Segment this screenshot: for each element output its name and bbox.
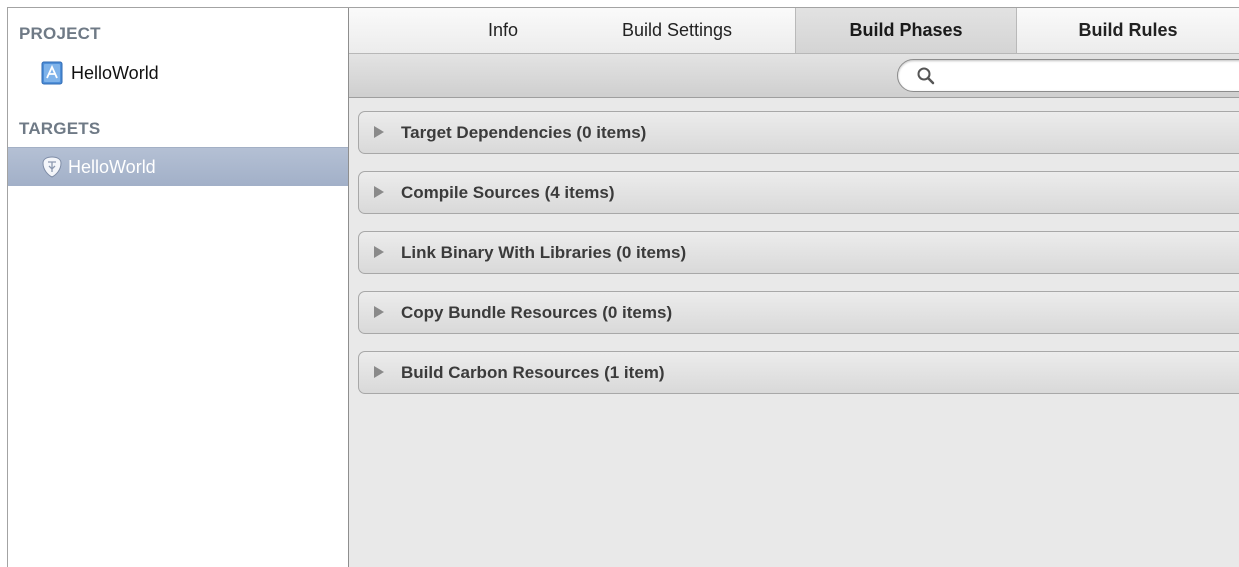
tab-build-rules[interactable]: Build Rules: [1017, 8, 1239, 53]
tab-build-phases[interactable]: Build Phases: [795, 8, 1017, 53]
search-field[interactable]: [897, 59, 1239, 92]
sidebar-item-project[interactable]: HelloWorld: [8, 55, 348, 91]
disclosure-triangle-icon[interactable]: [374, 366, 384, 378]
build-phase-label: Copy Bundle Resources (0 items): [401, 303, 673, 322]
build-phase-label: Target Dependencies (0 items): [401, 123, 647, 142]
editor-tab-bar: Info Build Settings Build Phases Build R…: [349, 8, 1239, 54]
tab-build-settings[interactable]: Build Settings: [577, 8, 777, 53]
tab-info[interactable]: Info: [443, 8, 563, 53]
disclosure-triangle-icon[interactable]: [374, 246, 384, 258]
xcode-project-icon: [41, 61, 63, 85]
disclosure-triangle-icon[interactable]: [374, 306, 384, 318]
filter-bar: [349, 54, 1239, 98]
build-phase-label: Build Carbon Resources (1 item): [401, 363, 665, 382]
build-phase-label: Compile Sources (4 items): [401, 183, 615, 202]
search-icon: [917, 67, 935, 85]
targets-section-header: TARGETS: [19, 119, 101, 138]
search-input[interactable]: [944, 64, 1239, 90]
project-navigator-sidebar: [8, 8, 348, 567]
sidebar-item-target[interactable]: HelloWorld: [8, 147, 348, 186]
build-phase-row[interactable]: Compile Sources (4 items): [358, 171, 1239, 214]
build-phase-row[interactable]: Build Carbon Resources (1 item): [358, 351, 1239, 394]
target-editor: Info Build Settings Build Phases Build R…: [349, 8, 1239, 567]
disclosure-triangle-icon[interactable]: [374, 126, 384, 138]
build-phase-row[interactable]: Copy Bundle Resources (0 items): [358, 291, 1239, 334]
project-section-header: PROJECT: [19, 24, 101, 43]
disclosure-triangle-icon[interactable]: [374, 186, 384, 198]
build-phase-row[interactable]: Target Dependencies (0 items): [358, 111, 1239, 154]
project-item-label: HelloWorld: [71, 63, 159, 83]
build-phase-label: Link Binary With Libraries (0 items): [401, 243, 687, 262]
build-phase-row[interactable]: Link Binary With Libraries (0 items): [358, 231, 1239, 274]
target-item-label: HelloWorld: [68, 157, 156, 177]
target-app-icon: [42, 156, 62, 178]
